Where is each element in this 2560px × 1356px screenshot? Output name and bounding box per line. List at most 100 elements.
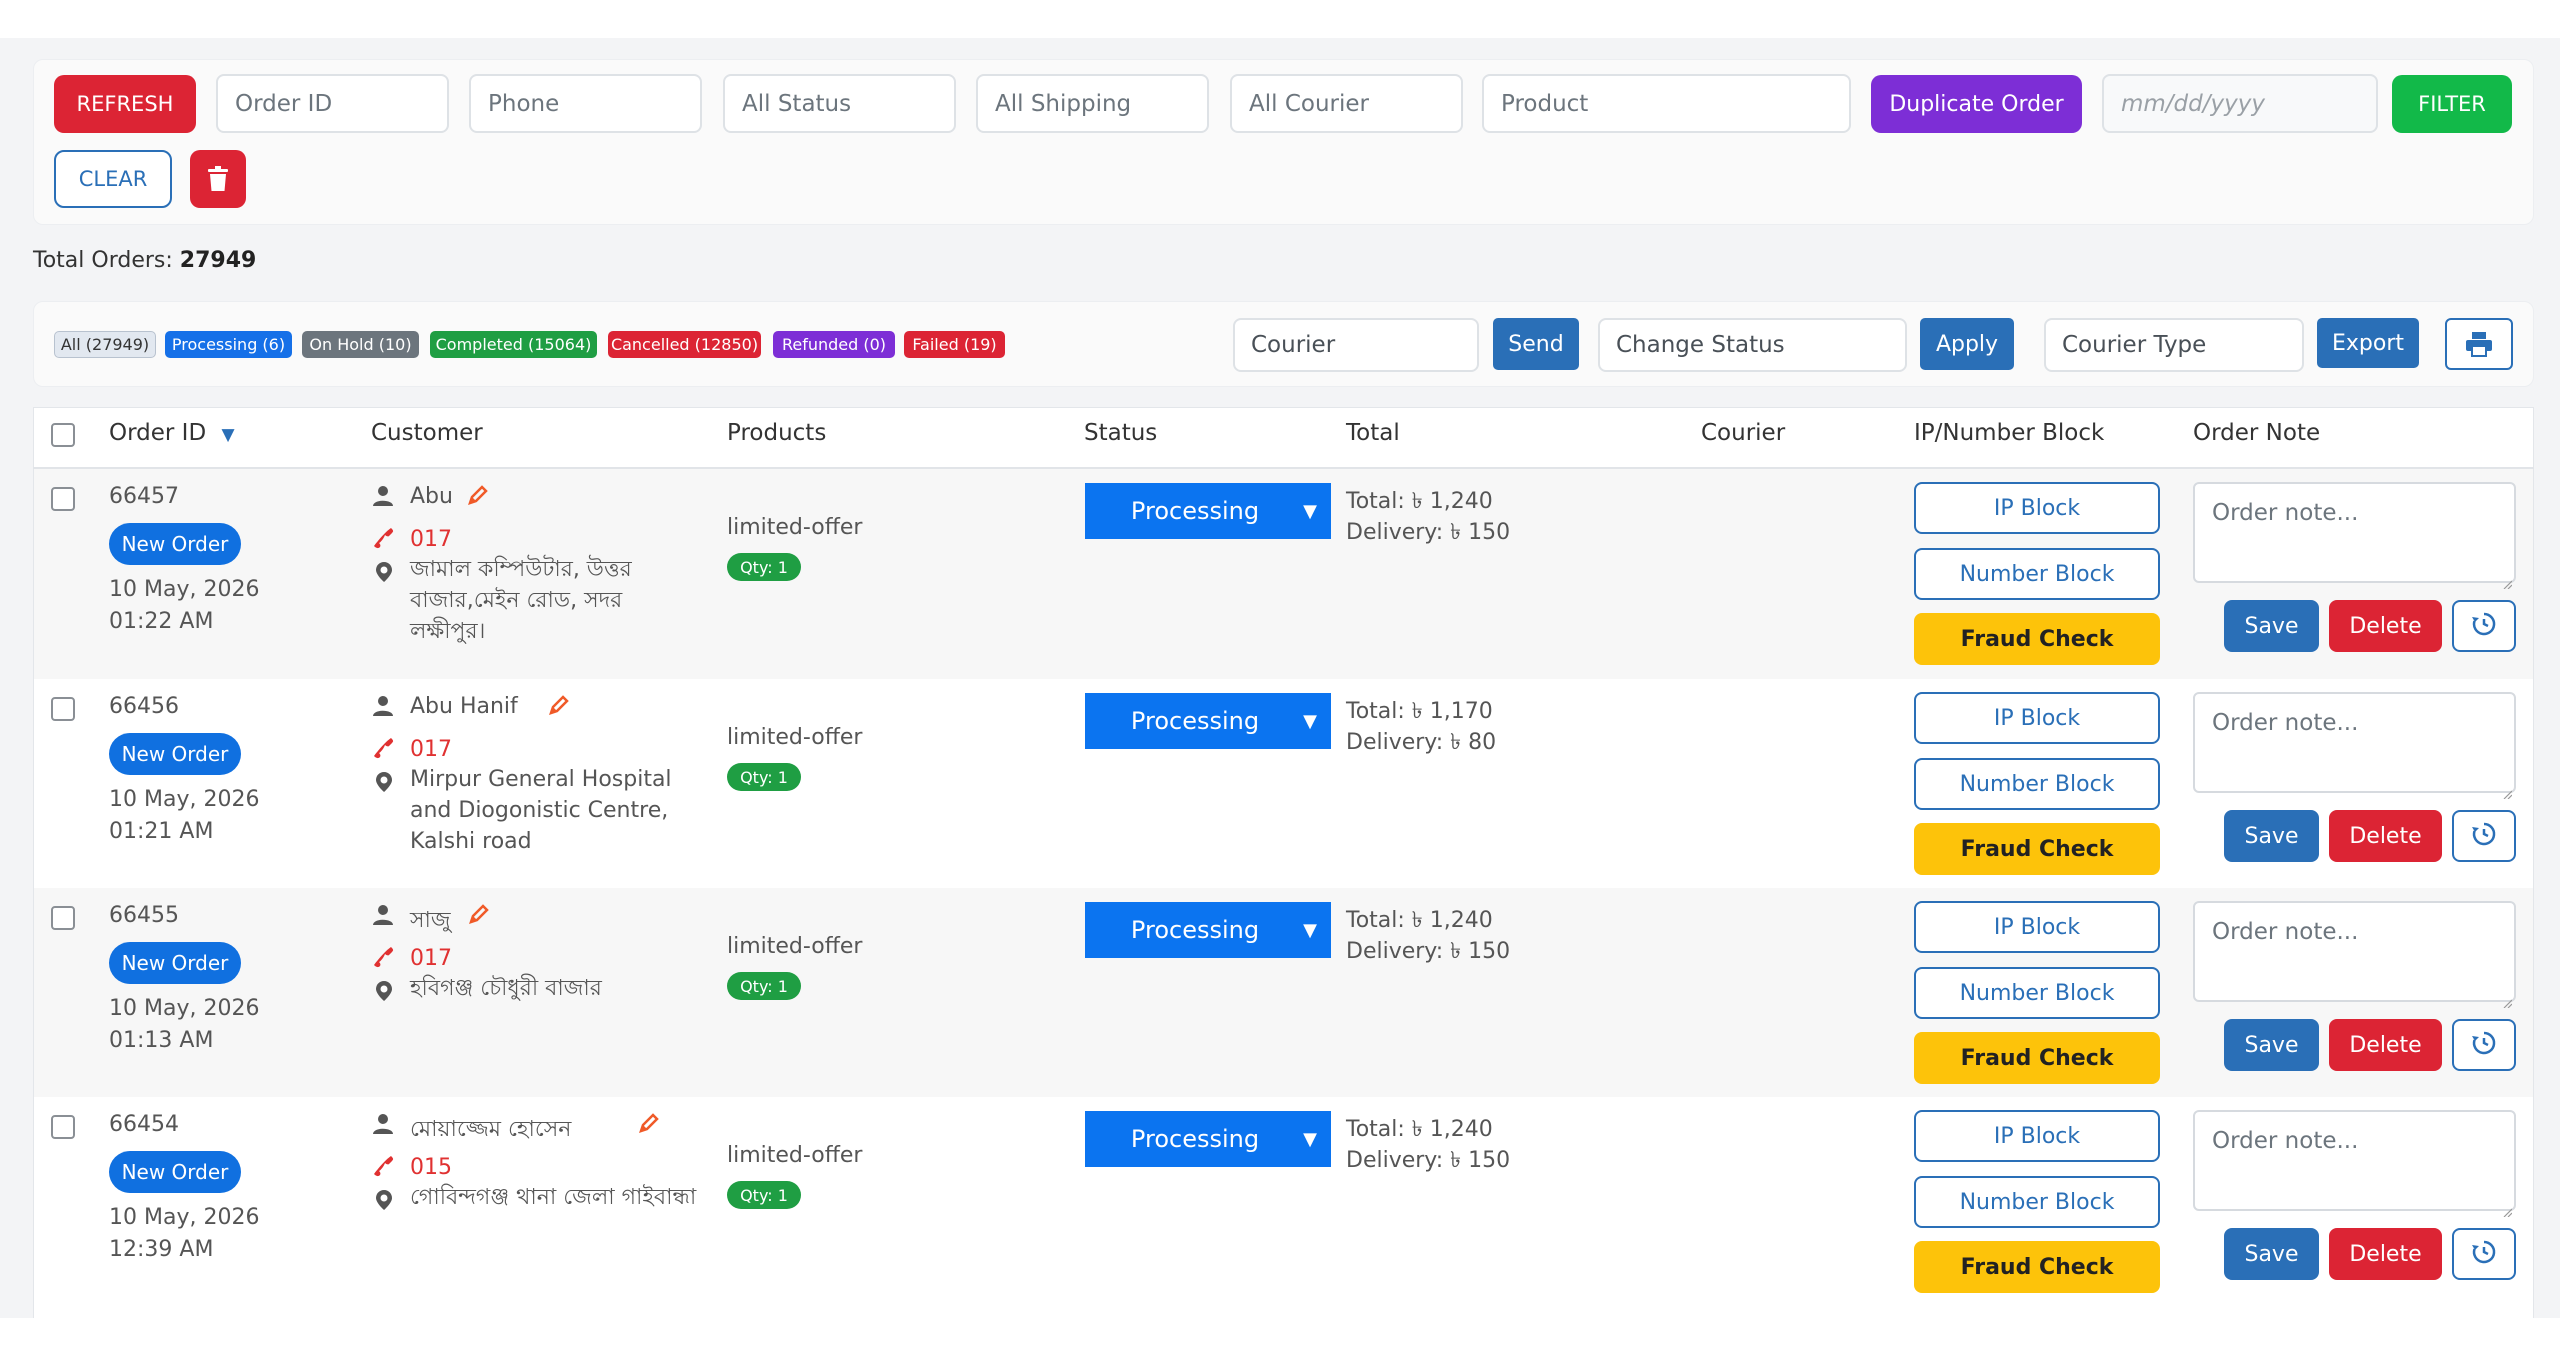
print-button[interactable]: [2445, 318, 2513, 370]
status-dropdown[interactable]: Processing ▼: [1085, 693, 1331, 749]
history-icon: [2471, 1239, 2497, 1269]
total-orders-label: Total Orders:: [33, 248, 173, 273]
change-status-select[interactable]: Change Status: [1598, 318, 1907, 372]
order-note-textarea[interactable]: Order note...: [2193, 901, 2516, 1009]
edit-pencil-icon[interactable]: [468, 903, 490, 929]
save-note-button[interactable]: Save: [2224, 600, 2319, 652]
sort-indicator-icon: ▼: [221, 425, 235, 445]
refresh-button[interactable]: REFRESH: [54, 75, 196, 133]
history-button[interactable]: [2452, 1228, 2516, 1280]
resize-handle-icon[interactable]: [2502, 988, 2513, 1009]
resize-handle-icon[interactable]: [2502, 569, 2513, 590]
number-block-button[interactable]: Number Block: [1914, 1176, 2160, 1228]
order-note-textarea[interactable]: Order note...: [2193, 692, 2516, 800]
status-dropdown-label: Processing: [1130, 916, 1260, 944]
status-dropdown[interactable]: Processing ▼: [1085, 483, 1331, 539]
select-all-checkbox[interactable]: [51, 423, 75, 447]
chevron-down-icon: ▼: [1303, 1128, 1317, 1150]
order-date: 10 May, 2026: [109, 1205, 260, 1230]
customer-address: জামাল কম্পিউটার, উত্তর বাজার,মেইন রোড, স…: [410, 557, 632, 644]
delete-note-button[interactable]: Delete: [2329, 810, 2442, 862]
save-note-button[interactable]: Save: [2224, 810, 2319, 862]
row-checkbox[interactable]: [51, 487, 75, 511]
trash-icon: [208, 166, 228, 191]
delete-filter-button[interactable]: [190, 150, 246, 208]
customer-phone[interactable]: 017: [410, 527, 452, 552]
status-pill-failed[interactable]: Failed (19): [904, 331, 1005, 358]
resize-handle-icon[interactable]: [2502, 1197, 2513, 1218]
customer-phone[interactable]: 017: [410, 737, 452, 762]
order-time: 01:13 AM: [109, 1028, 214, 1053]
row-checkbox[interactable]: [51, 697, 75, 721]
fraud-check-button[interactable]: Fraud Check: [1914, 823, 2160, 875]
customer-phone[interactable]: 017: [410, 946, 452, 971]
status-dropdown[interactable]: Processing ▼: [1085, 1111, 1331, 1167]
filter-button[interactable]: FILTER: [2392, 75, 2512, 133]
resize-handle-icon[interactable]: [2502, 779, 2513, 800]
location-pin-icon: [374, 980, 394, 1006]
history-button[interactable]: [2452, 1019, 2516, 1071]
status-pill-completed[interactable]: Completed (15064): [430, 331, 597, 358]
save-note-button[interactable]: Save: [2224, 1019, 2319, 1071]
delete-note-button[interactable]: Delete: [2329, 1228, 2442, 1280]
order-id[interactable]: 66456: [109, 694, 179, 719]
fraud-check-button[interactable]: Fraud Check: [1914, 613, 2160, 665]
ip-block-button[interactable]: IP Block: [1914, 692, 2160, 744]
ip-block-button[interactable]: IP Block: [1914, 1110, 2160, 1162]
courier-type-select[interactable]: Courier Type: [2044, 318, 2304, 372]
header-ip-block: IP/Number Block: [1914, 420, 2105, 446]
phone-input[interactable]: Phone: [469, 74, 702, 133]
date-input[interactable]: mm/dd/yyyy: [2102, 74, 2378, 133]
qty-badge: Qty: 1: [727, 553, 801, 581]
delete-note-button[interactable]: Delete: [2329, 1019, 2442, 1071]
customer-phone[interactable]: 015: [410, 1155, 452, 1180]
edit-pencil-icon[interactable]: [548, 694, 570, 720]
fraud-check-button[interactable]: Fraud Check: [1914, 1241, 2160, 1293]
number-block-button[interactable]: Number Block: [1914, 967, 2160, 1019]
status-pill-on-hold[interactable]: On Hold (10): [302, 331, 419, 358]
edit-pencil-icon[interactable]: [638, 1112, 660, 1138]
history-icon: [2471, 1030, 2497, 1060]
ip-block-button[interactable]: IP Block: [1914, 482, 2160, 534]
clear-button[interactable]: CLEAR: [54, 150, 172, 208]
order-id[interactable]: 66454: [109, 1112, 179, 1137]
status-pill-all[interactable]: All (27949): [54, 331, 156, 358]
history-button[interactable]: [2452, 600, 2516, 652]
save-note-button[interactable]: Save: [2224, 1228, 2319, 1280]
row-checkbox[interactable]: [51, 1115, 75, 1139]
order-id-input[interactable]: Order ID: [216, 74, 449, 133]
history-button[interactable]: [2452, 810, 2516, 862]
status-select[interactable]: All Status: [723, 74, 956, 133]
export-button[interactable]: Export: [2317, 318, 2419, 368]
order-note-textarea[interactable]: Order note...: [2193, 1110, 2516, 1218]
status-pill-processing[interactable]: Processing (6): [165, 331, 292, 358]
status-pill-cancelled[interactable]: Cancelled (12850): [608, 331, 761, 358]
order-id[interactable]: 66457: [109, 484, 179, 509]
send-button[interactable]: Send: [1493, 318, 1579, 370]
number-block-button[interactable]: Number Block: [1914, 758, 2160, 810]
status-pill-refunded[interactable]: Refunded (0): [773, 331, 895, 358]
customer-name: Abu: [410, 484, 453, 509]
shipping-select[interactable]: All Shipping: [976, 74, 1209, 133]
courier-select[interactable]: All Courier: [1230, 74, 1463, 133]
duplicate-order-button[interactable]: Duplicate Order: [1871, 75, 2082, 133]
phone-icon: [372, 526, 396, 554]
courier-bulk-select[interactable]: Courier: [1233, 318, 1479, 372]
product-name: limited-offer: [727, 725, 863, 750]
order-note-textarea[interactable]: Order note...: [2193, 482, 2516, 590]
header-status: Status: [1084, 420, 1158, 446]
edit-pencil-icon[interactable]: [467, 484, 489, 510]
user-icon: [372, 485, 394, 511]
apply-button[interactable]: Apply: [1920, 318, 2014, 370]
header-order-id[interactable]: Order ID ▼: [109, 420, 235, 446]
status-dropdown[interactable]: Processing ▼: [1085, 902, 1331, 958]
number-block-button[interactable]: Number Block: [1914, 548, 2160, 600]
product-input[interactable]: Product: [1482, 74, 1851, 133]
order-time: 01:22 AM: [109, 609, 214, 634]
ip-block-button[interactable]: IP Block: [1914, 901, 2160, 953]
row-checkbox[interactable]: [51, 906, 75, 930]
fraud-check-button[interactable]: Fraud Check: [1914, 1032, 2160, 1084]
delete-note-button[interactable]: Delete: [2329, 600, 2442, 652]
order-delivery: Delivery: ৳ 80: [1346, 730, 1497, 755]
order-id[interactable]: 66455: [109, 903, 179, 928]
